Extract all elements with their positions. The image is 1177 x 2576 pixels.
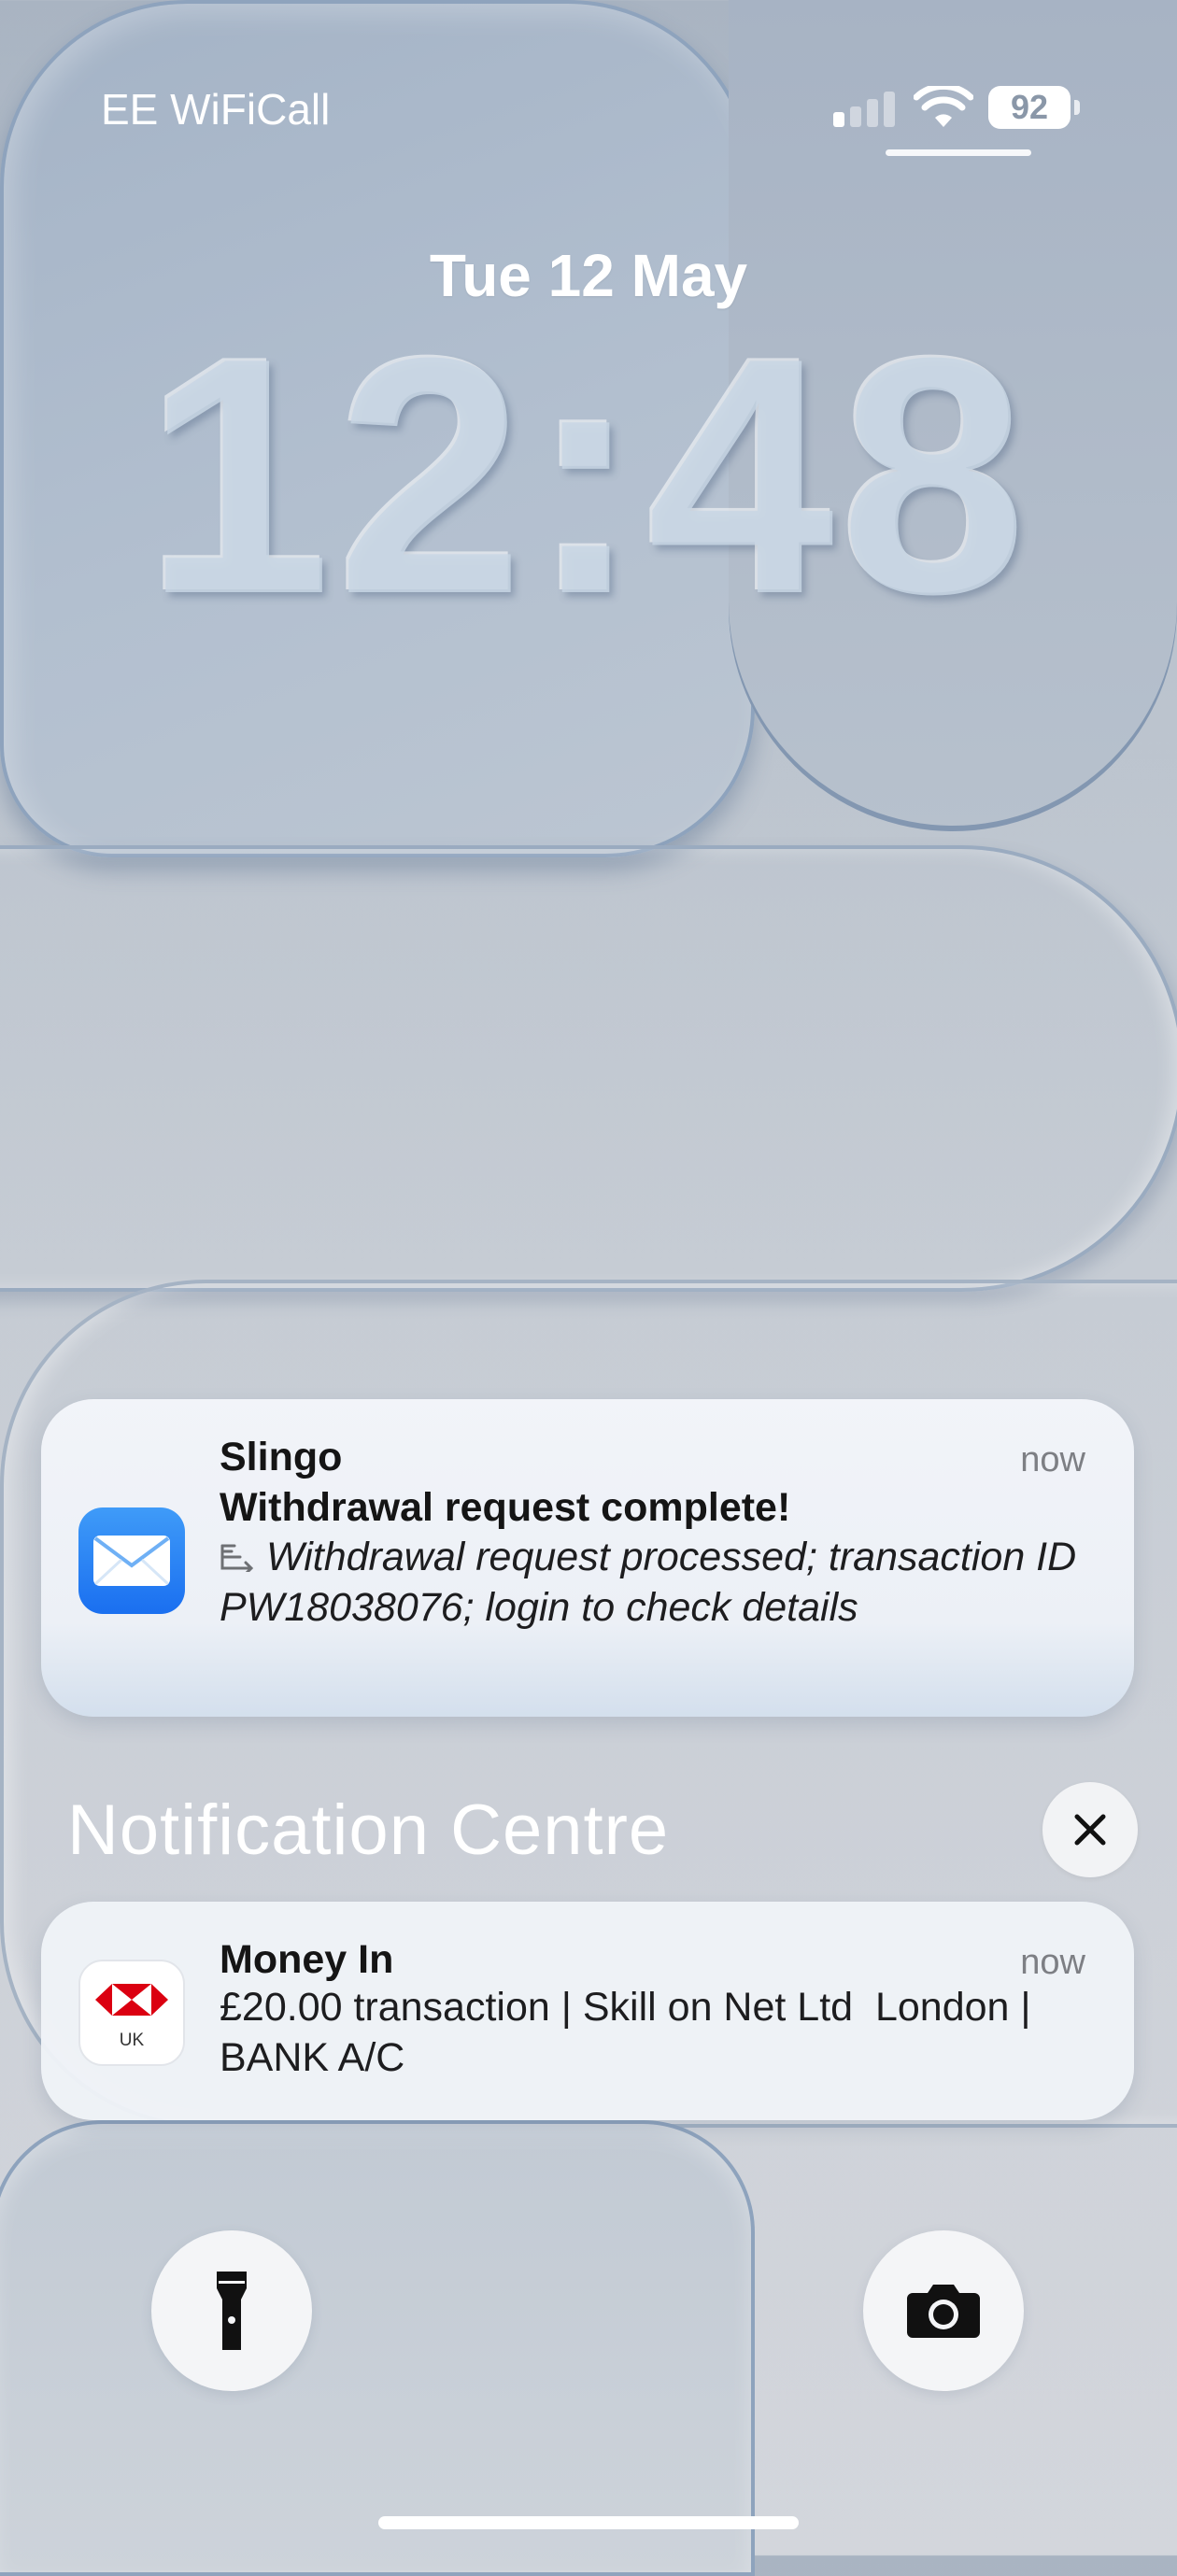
flashlight-button[interactable] (151, 2230, 312, 2391)
notification-body: Withdrawal request processed; transactio… (220, 1532, 1098, 1633)
notification-body: £20.00 transaction | Skill on Net Ltd Lo… (220, 1985, 1042, 2080)
notification-centre-heading: Notification Centre (67, 1790, 670, 1870)
notification-card[interactable]: UK Money In now £20.00 transaction | Ski… (41, 1902, 1134, 2120)
notification-body-text: Withdrawal request processed; transactio… (220, 1535, 1077, 1630)
notification-time: now (1020, 1440, 1085, 1479)
hsbc-icon: UK (78, 1960, 185, 2066)
home-indicator[interactable] (378, 2516, 799, 2529)
notification-app-name: Slingo (220, 1435, 343, 1479)
notification-title: Withdrawal request complete! (220, 1485, 791, 1530)
battery-icon: 92 (988, 86, 1080, 129)
wallpaper-glass-shape (0, 2120, 755, 2576)
notification-app-name: Money In (220, 1937, 394, 1982)
close-icon (1074, 1814, 1106, 1846)
hsbc-icon-label: UK (120, 2031, 145, 2050)
clear-notifications-button[interactable] (1042, 1782, 1138, 1877)
signal-strength-icon (833, 92, 899, 127)
notification-card[interactable]: Slingo now Withdrawal request complete! … (41, 1399, 1134, 1717)
forwarded-icon (220, 1544, 254, 1572)
mail-icon (78, 1507, 185, 1614)
camera-icon (907, 2285, 980, 2338)
camera-button[interactable] (863, 2230, 1024, 2391)
wallpaper-glass-shape (0, 845, 1177, 1292)
notification-time: now (1020, 1943, 1085, 1982)
control-centre-grabber[interactable] (886, 149, 1031, 156)
battery-level: 92 (988, 86, 1071, 129)
flashlight-icon (217, 2272, 247, 2350)
carrier-label: EE WiFiCall (101, 85, 331, 134)
lock-clock: 12:48 (144, 289, 1033, 664)
wifi-icon (914, 86, 973, 127)
